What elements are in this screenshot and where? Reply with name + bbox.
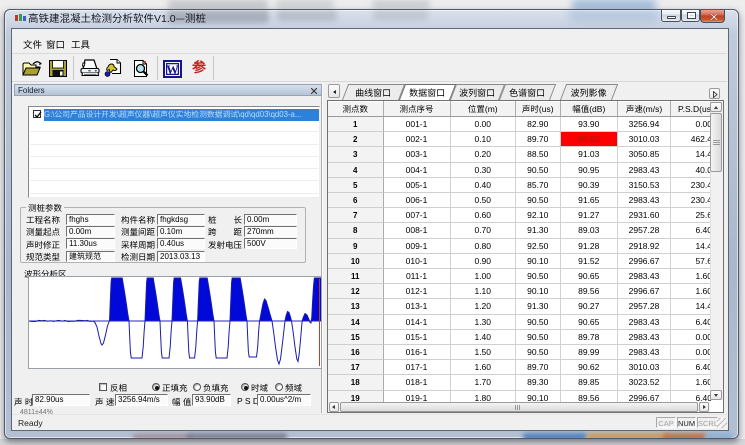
- svg-text:W: W: [166, 63, 179, 77]
